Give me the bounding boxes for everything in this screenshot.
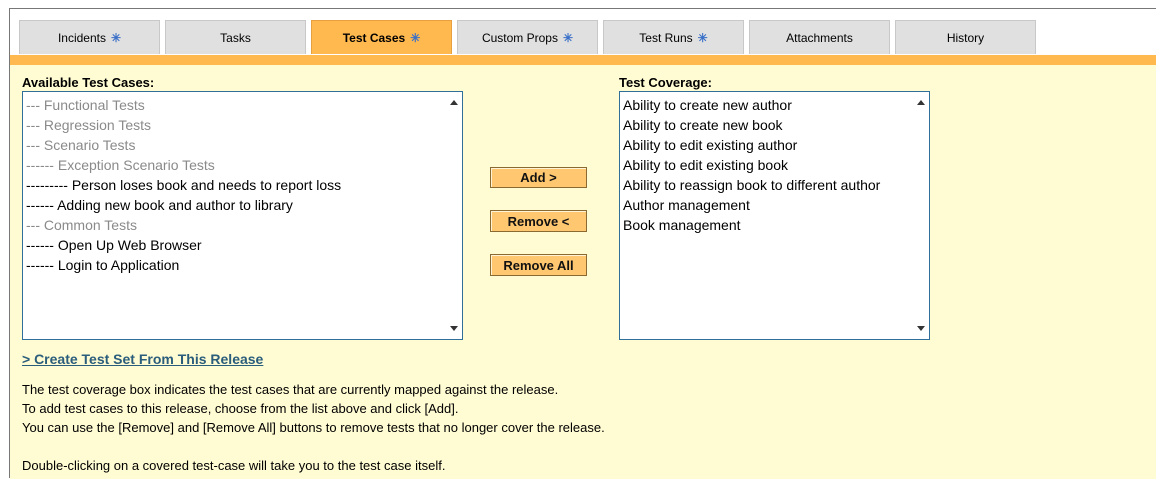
help-spacer xyxy=(22,437,605,456)
available-list-scrollbar[interactable] xyxy=(445,92,462,339)
help-line: Double-clicking on a covered test-case w… xyxy=(22,458,446,473)
covered-test-case-option[interactable]: Author management xyxy=(623,195,909,215)
covered-test-case-option[interactable]: Ability to create new author xyxy=(623,95,909,115)
coverage-list-scrollbar[interactable] xyxy=(912,92,929,339)
asterisk-icon: ✳ xyxy=(562,30,574,45)
help-line: The test coverage box indicates the test… xyxy=(22,382,559,397)
add-button[interactable]: Add > xyxy=(490,167,587,188)
help-line: To add test cases to this release, choos… xyxy=(22,401,459,416)
scroll-up-arrow-icon[interactable] xyxy=(450,100,458,105)
tab-label: Tasks xyxy=(220,30,251,45)
remove-all-button[interactable]: Remove All xyxy=(490,254,587,276)
covered-test-case-option[interactable]: Ability to create new book xyxy=(623,115,909,135)
covered-test-case-option[interactable]: Ability to edit existing book xyxy=(623,155,909,175)
test-case-option[interactable]: ------ Login to Application xyxy=(26,255,442,275)
test-case-option[interactable]: ------ Open Up Web Browser xyxy=(26,235,442,255)
covered-test-case-option[interactable]: Book management xyxy=(623,215,909,235)
tab-underline-bar xyxy=(10,55,1156,65)
tab-test-runs[interactable]: Test Runs ✳ xyxy=(603,20,744,54)
test-folder-option[interactable]: ------ Exception Scenario Tests xyxy=(26,155,442,175)
test-coverage-label: Test Coverage: xyxy=(619,75,712,90)
tab-bar: Incidents ✳ Tasks Test Cases ✳ Custom Pr… xyxy=(10,15,1156,54)
test-folder-option[interactable]: --- Functional Tests xyxy=(26,95,442,115)
test-folder-option[interactable]: --- Scenario Tests xyxy=(26,135,442,155)
help-text: The test coverage box indicates the test… xyxy=(22,380,605,475)
tab-incidents[interactable]: Incidents ✳ xyxy=(19,20,160,54)
test-case-option[interactable]: --------- Person loses book and needs to… xyxy=(26,175,442,195)
available-items: --- Functional Tests --- Regression Tests… xyxy=(26,95,442,275)
covered-test-case-option[interactable]: Ability to reassign book to different au… xyxy=(623,175,909,195)
create-test-set-link[interactable]: > Create Test Set From This Release xyxy=(22,351,263,367)
scroll-down-arrow-icon[interactable] xyxy=(917,326,925,331)
asterisk-icon: ✳ xyxy=(110,30,122,45)
asterisk-icon: ✳ xyxy=(410,30,421,45)
tab-custom-props[interactable]: Custom Props ✳ xyxy=(457,20,598,54)
test-coverage-list[interactable]: Ability to create new author Ability to c… xyxy=(619,91,930,340)
test-folder-option[interactable]: --- Common Tests xyxy=(26,215,442,235)
tab-label: Test Cases xyxy=(342,30,406,45)
tab-label: Incidents xyxy=(57,30,106,45)
coverage-items: Ability to create new author Ability to c… xyxy=(623,95,909,235)
covered-test-case-option[interactable]: Ability to edit existing author xyxy=(623,135,909,155)
available-test-cases-list[interactable]: --- Functional Tests --- Regression Tests… xyxy=(22,91,463,340)
tab-test-cases[interactable]: Test Cases ✳ xyxy=(311,20,452,54)
tab-label: Test Runs xyxy=(639,30,693,45)
available-test-cases-label: Available Test Cases: xyxy=(22,75,155,90)
tab-label: History xyxy=(946,30,985,45)
release-detail-frame: Incidents ✳ Tasks Test Cases ✳ Custom Pr… xyxy=(9,8,1156,479)
help-line: You can use the [Remove] and [Remove All… xyxy=(22,420,605,435)
tab-history[interactable]: History xyxy=(895,20,1036,54)
test-case-option[interactable]: ------ Adding new book and author to lib… xyxy=(26,195,442,215)
tab-attachments[interactable]: Attachments xyxy=(749,20,890,54)
tab-label: Attachments xyxy=(786,30,853,45)
test-cases-panel: Available Test Cases: --- Functional Tes… xyxy=(10,65,1156,479)
test-folder-option[interactable]: --- Regression Tests xyxy=(26,115,442,135)
asterisk-icon: ✳ xyxy=(697,30,708,45)
remove-button[interactable]: Remove < xyxy=(490,210,587,232)
scroll-down-arrow-icon[interactable] xyxy=(450,326,458,331)
tab-label: Custom Props xyxy=(481,30,558,45)
scroll-up-arrow-icon[interactable] xyxy=(917,100,925,105)
tab-tasks[interactable]: Tasks xyxy=(165,20,306,54)
